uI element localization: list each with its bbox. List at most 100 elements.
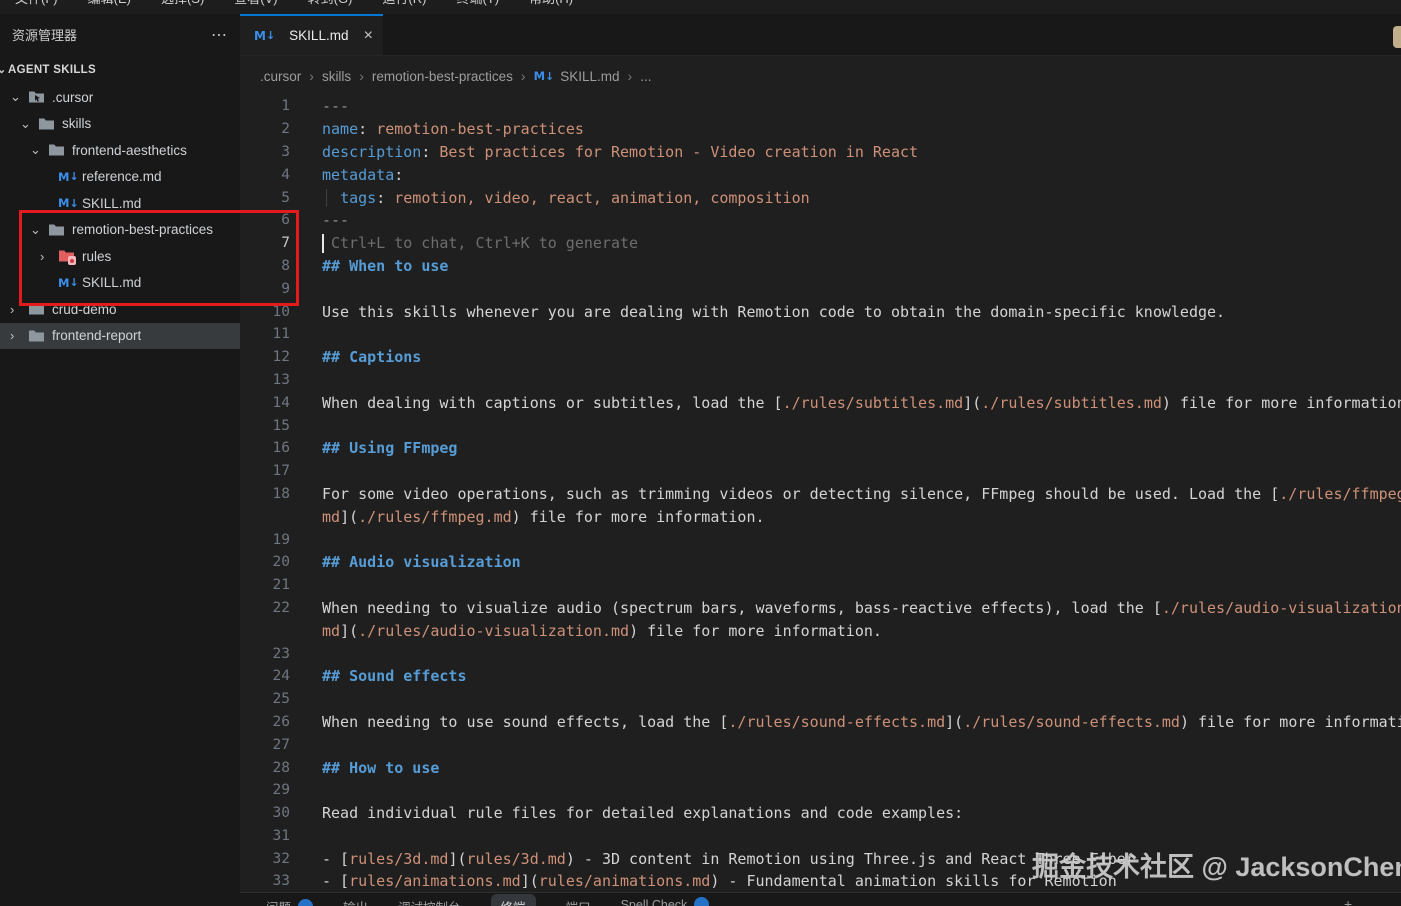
tree-item-reference-md[interactable]: M↓reference.md: [0, 164, 240, 191]
panel-tab-2[interactable]: 输出: [343, 897, 368, 906]
panel-tab-label: 调试控制台: [398, 897, 461, 906]
panel-tab-4[interactable]: 终端: [491, 894, 536, 906]
breadcrumb-item-5[interactable]: ...: [640, 69, 651, 84]
panel-tab-3[interactable]: 调试控制台: [398, 897, 461, 906]
tree-item-rules[interactable]: ›rules: [0, 243, 240, 270]
panel-tab-label: 问题: [266, 897, 291, 906]
panel-tab-5[interactable]: 端口: [566, 897, 591, 906]
code-line-31: 31: [240, 825, 1401, 848]
code-token: ./rules/subtitles.md: [783, 394, 964, 412]
menu-item-4[interactable]: 查看(V): [219, 0, 292, 14]
tree-item-skill-md[interactable]: M↓SKILL.md: [0, 270, 240, 297]
close-icon[interactable]: ×: [356, 27, 373, 45]
markdown-letter: M: [58, 196, 69, 210]
code-line-27: 27: [240, 733, 1401, 756]
code-token: ): [710, 872, 728, 890]
code-line-content[interactable]: When needing to visualize audio (spectru…: [322, 599, 1401, 617]
code-token: rules/3d.md: [349, 850, 448, 868]
panel-tab-1[interactable]: 问题: [266, 897, 313, 906]
markdown-letter: M: [58, 170, 69, 184]
panel-tab-bar: 问题 输出 调试控制台 终端 端口 Spell Check +: [240, 892, 1401, 906]
section-header-agent-skills[interactable]: ⌄ AGENT SKILLS: [0, 55, 240, 84]
code-editor[interactable]: 1---2name: remotion-best-practices3descr…: [240, 95, 1401, 893]
panel-tab-6[interactable]: Spell Check: [621, 897, 710, 906]
tree-item-label: .cursor: [52, 90, 93, 105]
line-number: 26: [240, 714, 322, 730]
breadcrumb-item-3[interactable]: remotion-best-practices: [372, 69, 513, 84]
line-number: 22: [240, 600, 322, 616]
code-token: ): [1180, 713, 1198, 731]
code-token: ## Sound effects: [322, 667, 467, 685]
menu-item-6[interactable]: 运行(R): [367, 0, 441, 14]
breadcrumb-item-4[interactable]: M↓SKILL.md: [534, 69, 620, 84]
code-line-content[interactable]: For some video operations, such as trimm…: [322, 485, 1401, 503]
tree-item-skills[interactable]: ⌄skills: [0, 111, 240, 138]
code-token: ## How to use: [322, 759, 439, 777]
code-line-content[interactable]: ## Captions: [322, 348, 1401, 366]
code-token: name: [322, 120, 358, 138]
code-line-content[interactable]: ## Sound effects: [322, 667, 1401, 685]
code-token: ./rules/ffmpeg.md: [358, 508, 512, 526]
code-line-content[interactable]: description: Best practices for Remotion…: [322, 143, 1401, 161]
code-line-content[interactable]: Read individual rule files for detailed …: [322, 804, 1401, 822]
folder-icon: [38, 116, 55, 132]
tree-item-skill-md[interactable]: M↓SKILL.md: [0, 190, 240, 217]
breadcrumb-item-2[interactable]: skills: [322, 69, 351, 84]
code-line-33: 33- [rules/animations.md](rules/animatio…: [240, 870, 1401, 893]
folder-icon: [28, 301, 45, 317]
menu-item-7[interactable]: 终端(T): [441, 0, 514, 14]
menu-item-2[interactable]: 编辑(E): [73, 0, 146, 14]
markdown-icon: M↓: [58, 275, 75, 291]
code-line-content[interactable]: ## Using FFmpeg: [322, 439, 1401, 457]
code-token: tags: [340, 189, 376, 207]
tree-item-remotion-best-practices[interactable]: ⌄remotion-best-practices: [0, 217, 240, 244]
code-line-content[interactable]: ## Audio visualization: [322, 553, 1401, 571]
menu-item-5[interactable]: 转到(G): [293, 0, 368, 14]
markdown-icon: M↓: [254, 29, 282, 43]
code-line-content[interactable]: md](./rules/ffmpeg.md) file for more inf…: [322, 508, 1401, 526]
text-cursor: [322, 234, 324, 253]
code-line-content[interactable]: Use this skills whenever you are dealing…: [322, 303, 1401, 321]
markdown-letter: M: [254, 29, 266, 43]
code-line-5: 5│ tags: remotion, video, react, animati…: [240, 186, 1401, 209]
code-line-content[interactable]: When dealing with captions or subtitles,…: [322, 394, 1401, 412]
code-line-content[interactable]: │ tags: remotion, video, react, animatio…: [322, 189, 1401, 207]
code-line-content[interactable]: ## How to use: [322, 759, 1401, 777]
code-token: file for more information.: [647, 622, 882, 640]
code-line-content[interactable]: ---: [322, 211, 1401, 229]
code-line-content[interactable]: - [rules/animations.md](rules/animations…: [322, 872, 1401, 890]
tree-item-label: SKILL.md: [82, 196, 141, 211]
line-number: 18: [240, 486, 322, 502]
code-token: metadata: [322, 166, 394, 184]
menu-item-3[interactable]: 选择(S): [146, 0, 219, 14]
tree-item-frontend-aesthetics[interactable]: ⌄frontend-aesthetics: [0, 137, 240, 164]
tree-item--cursor[interactable]: ⌄.cursor: [0, 84, 240, 111]
code-line-content[interactable]: Ctrl+L to chat, Ctrl+K to generate: [322, 234, 1401, 253]
tree-item-crud-demo[interactable]: ›crud-demo: [0, 296, 240, 323]
editor-actions-icon[interactable]: [1393, 26, 1401, 48]
code-line-content[interactable]: - [rules/3d.md](rules/3d.md) - 3D conten…: [322, 850, 1401, 868]
tab-skill-md[interactable]: M↓ SKILL.md ×: [240, 14, 383, 55]
code-line-content[interactable]: metadata:: [322, 166, 1401, 184]
code-line-content[interactable]: name: remotion-best-practices: [322, 120, 1401, 138]
folder-icon: [48, 142, 65, 158]
code-line-19: 19: [240, 528, 1401, 551]
code-line-content[interactable]: ## When to use: [322, 257, 1401, 275]
code-token: ./rules/audio-visualization.: [1162, 599, 1401, 617]
code-line-25: 25: [240, 688, 1401, 711]
panel-plus-icon[interactable]: +: [1344, 896, 1352, 906]
menu-item-8[interactable]: 帮助(H): [514, 0, 588, 14]
more-actions-icon[interactable]: ⋯: [211, 25, 228, 45]
markdown-letter: M: [58, 276, 69, 290]
code-line-content[interactable]: md](./rules/audio-visualization.md) file…: [322, 622, 1401, 640]
code-line-content[interactable]: When needing to use sound effects, load …: [322, 713, 1401, 731]
code-line-2: 2name: remotion-best-practices: [240, 118, 1401, 141]
breadcrumb-label: skills: [322, 69, 351, 84]
breadcrumb-separator: ›: [359, 68, 364, 84]
code-line-content[interactable]: ---: [322, 97, 1401, 115]
code-line-4: 4metadata:: [240, 163, 1401, 186]
menu-item-1[interactable]: 文件(F): [0, 0, 73, 14]
breadcrumb-item-1[interactable]: .cursor: [260, 69, 301, 84]
tree-item-frontend-report[interactable]: ›frontend-report: [0, 323, 240, 350]
chevron-right-icon: ›: [8, 302, 28, 317]
